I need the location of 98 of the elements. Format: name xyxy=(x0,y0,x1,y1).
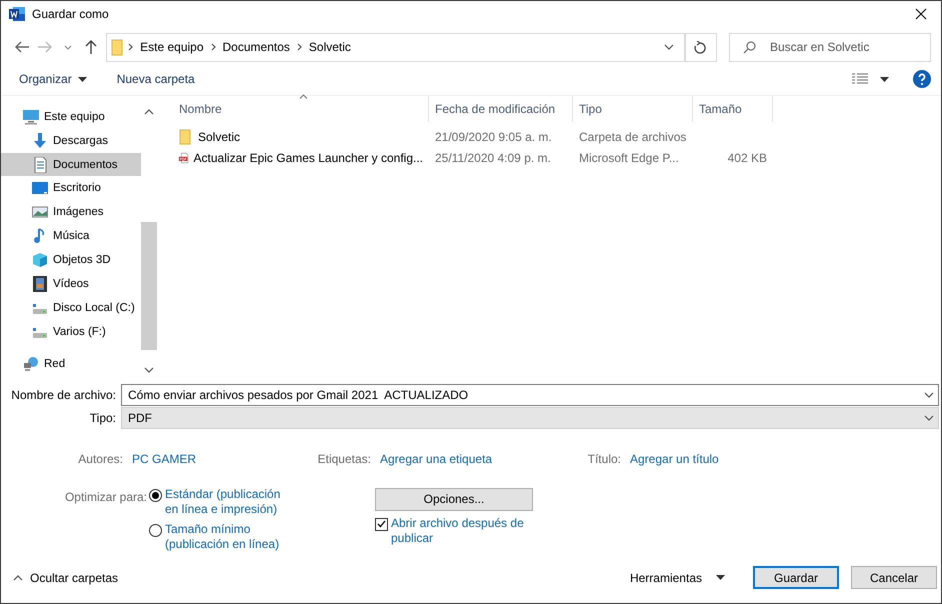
sidebar-item[interactable]: Objetos 3D xyxy=(1,248,141,272)
computer-icon xyxy=(23,108,39,125)
sidebar-label: Música xyxy=(53,230,90,242)
radio-label[interactable]: Estándar (publicación en línea e impresión) xyxy=(165,486,295,517)
save-button[interactable]: Guardar xyxy=(753,566,839,590)
folder-icon xyxy=(111,38,126,56)
chevron-down-icon xyxy=(924,392,934,398)
scroll-thumb[interactable] xyxy=(141,222,157,350)
sidebar-item[interactable]: Red xyxy=(1,352,141,376)
chevron-right-icon xyxy=(210,43,216,52)
film-icon xyxy=(32,276,48,292)
sidebar-label: Varios (F:) xyxy=(53,326,106,338)
sidebar-label: Descargas xyxy=(53,134,108,147)
sidebar-item[interactable]: Escritorio xyxy=(1,176,141,200)
view-options-button[interactable] xyxy=(852,73,889,86)
field-label: Nombre de archivo: xyxy=(10,388,117,402)
modified-date: 25/11/2020 4:09 p. m. xyxy=(435,151,551,166)
sidebar-item[interactable]: Documentos xyxy=(1,152,141,176)
radio-button[interactable] xyxy=(149,488,162,502)
breadcrumb[interactable]: Solvetic xyxy=(304,40,355,54)
sidebar-label: Imágenes xyxy=(53,206,104,218)
right-arrow-icon xyxy=(38,41,52,54)
chevron-down-icon xyxy=(664,44,674,50)
document-icon xyxy=(32,156,48,172)
tools-menu[interactable]: Herramientas xyxy=(630,570,725,585)
metadata-link[interactable]: Agregar una etiqueta xyxy=(371,452,541,466)
search-field[interactable]: Buscar en Solvetic xyxy=(728,32,931,62)
file-name: Solvetic xyxy=(198,130,240,144)
sidebar-label: Objetos 3D xyxy=(53,254,111,266)
help-icon[interactable] xyxy=(913,70,931,88)
chevron-down-icon xyxy=(924,414,934,421)
modified-date: 21/09/2020 9:05 a. m. xyxy=(435,130,552,144)
metadata-label: Autores: xyxy=(77,452,123,466)
address-bar[interactable]: Este equipo Documentos Solvetic xyxy=(106,32,686,62)
folder-icon xyxy=(179,129,193,146)
caret-icon xyxy=(880,76,889,82)
caret-icon xyxy=(716,575,725,580)
sidebar-item[interactable]: Disco Local (C:) xyxy=(1,296,141,320)
network-icon xyxy=(23,356,39,372)
metadata-link[interactable]: Agregar un título xyxy=(621,452,781,466)
sidebar-item[interactable]: Imágenes xyxy=(1,200,141,224)
word-app-icon xyxy=(9,6,25,22)
refresh-icon xyxy=(694,40,706,54)
breadcrumb[interactable]: Documentos xyxy=(218,40,294,54)
cube-icon xyxy=(32,252,48,268)
sidebar-label: Este equipo xyxy=(44,110,105,123)
sidebar-label: Vídeos xyxy=(53,278,89,290)
down-arrow-icon xyxy=(32,132,48,149)
file-name-field[interactable]: Cómo enviar archivos pesados por Gmail 2021 ACTUALIZADO xyxy=(121,384,939,406)
sidebar-item[interactable]: Descargas xyxy=(1,128,141,153)
column-header[interactable]: Nombre xyxy=(173,96,429,122)
chevron-right-icon xyxy=(296,43,302,52)
options-button[interactable]: Opciones... xyxy=(375,488,533,511)
radio-label[interactable]: Tamaño mínimo (publicación en línea) xyxy=(165,522,295,552)
breadcrumb[interactable]: Este equipo xyxy=(136,40,208,54)
checkbox-label[interactable]: Abrir archivo después de publicar xyxy=(391,516,531,546)
sidebar-label: Escritorio xyxy=(53,182,101,194)
field-label: Tipo: xyxy=(88,410,117,425)
sidebar-label: Disco Local (C:) xyxy=(53,302,135,314)
chevron-down-icon xyxy=(64,44,72,50)
image-icon xyxy=(32,204,48,220)
file-name: Actualizar Epic Games Launcher y config... xyxy=(194,151,423,166)
sidebar-item[interactable]: Varios (F:) xyxy=(1,320,141,344)
column-header[interactable]: Tipo xyxy=(573,96,693,122)
left-arrow-icon xyxy=(15,41,30,54)
cancel-button[interactable]: Cancelar xyxy=(851,566,937,590)
checkbox[interactable] xyxy=(375,518,388,531)
metadata-label: Título: xyxy=(586,452,621,466)
column-header[interactable]: Tamaño xyxy=(693,96,773,122)
up-arrow-icon xyxy=(84,40,97,54)
radio-button[interactable] xyxy=(149,524,162,537)
new-folder-button[interactable]: Nueva carpeta xyxy=(116,72,195,86)
sidebar-label: Documentos xyxy=(53,158,118,170)
file-type-dropdown[interactable]: PDF xyxy=(121,406,939,429)
file-type: Microsoft Edge P... xyxy=(579,151,679,166)
window-title: Guardar como xyxy=(32,7,110,21)
desktop-icon xyxy=(32,180,48,196)
file-type: Carpeta de archivos xyxy=(579,130,686,144)
refresh-button[interactable] xyxy=(684,32,717,62)
search-icon xyxy=(742,40,756,54)
optimize-label: Optimizar para: xyxy=(64,488,148,506)
chevron-right-icon xyxy=(128,43,134,52)
organize-menu[interactable]: Organizar xyxy=(19,72,87,86)
sidebar-item[interactable]: Música xyxy=(1,224,141,248)
sidebar-item[interactable]: Vídeos xyxy=(1,272,141,296)
file-size: 402 KB xyxy=(728,151,767,166)
close-icon xyxy=(915,8,927,20)
caret-icon xyxy=(78,76,87,82)
chevron-up-icon xyxy=(13,574,23,581)
sidebar-label: Red xyxy=(44,358,66,370)
file-row[interactable]: Actualizar Epic Games Launcher y config... 25/11/2020 4:09 p. m. Microsoft Edge P... 402 KB xyxy=(173,148,941,169)
sidebar-item[interactable]: Este equipo xyxy=(1,104,141,129)
column-header[interactable]: Fecha de modificación xyxy=(429,96,573,122)
hide-folders-button[interactable]: Ocultar carpetas xyxy=(13,570,118,585)
list-view-icon xyxy=(852,73,868,86)
metadata-link[interactable]: PC GAMER xyxy=(123,452,273,466)
metadata-label: Etiquetas: xyxy=(316,452,371,466)
file-row[interactable]: Solvetic 21/09/2020 9:05 a. m. Carpeta de archivos xyxy=(173,126,941,148)
